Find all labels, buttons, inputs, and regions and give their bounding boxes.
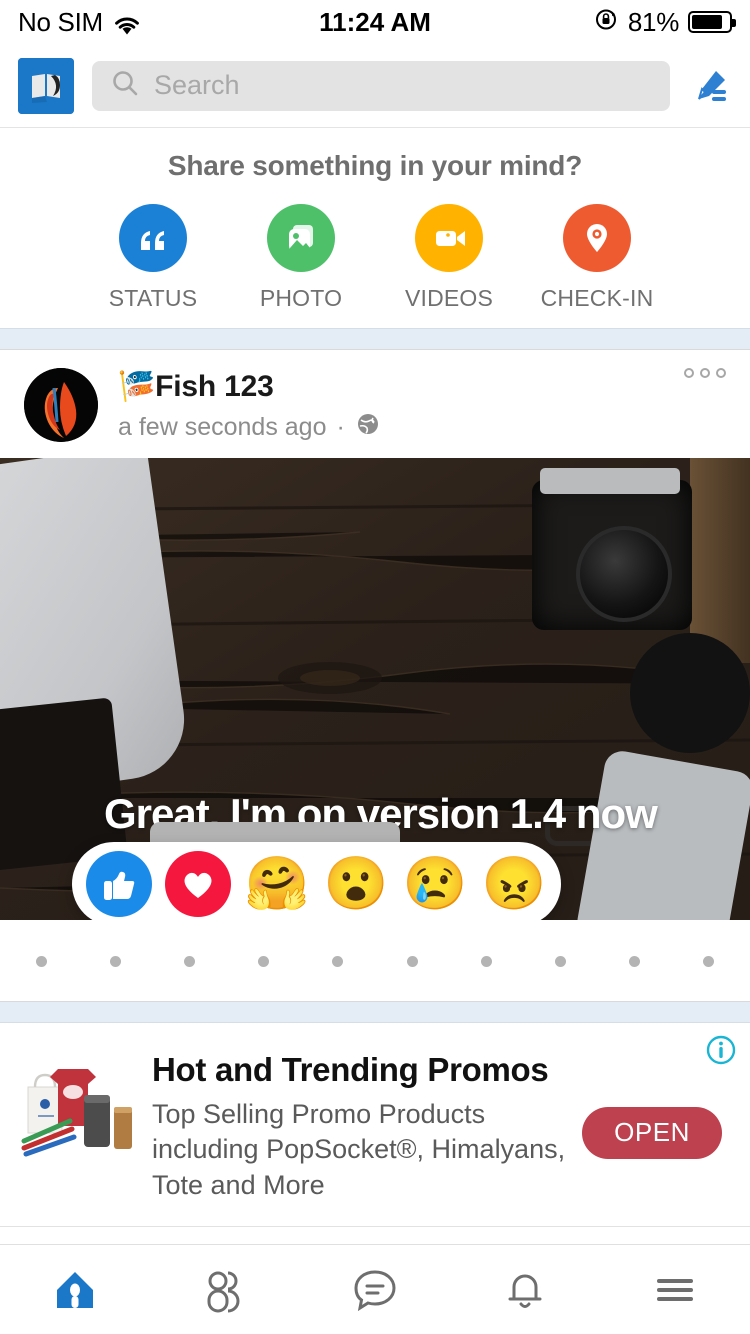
post-footer-dots bbox=[0, 919, 750, 1001]
share-composer: Share something in your mind? STATUS PHO… bbox=[0, 128, 750, 328]
dot bbox=[184, 955, 196, 967]
wow-reaction[interactable]: 😮 bbox=[323, 851, 389, 917]
ad-divider bbox=[0, 1000, 750, 1023]
carrier-label: No SIM bbox=[18, 6, 103, 37]
home-icon bbox=[57, 1271, 93, 1308]
share-videos-label: VIDEOS bbox=[404, 285, 494, 311]
avatar-betta-fish[interactable] bbox=[24, 368, 98, 442]
search-input[interactable]: Search bbox=[92, 60, 670, 111]
share-videos-button[interactable]: VIDEOS bbox=[404, 204, 494, 312]
post-header: 🎏Fish 123 a few seconds ago · bbox=[0, 350, 750, 458]
photo-icon bbox=[267, 204, 335, 272]
ad-open-button[interactable]: OPEN bbox=[582, 1106, 722, 1159]
more-options-icon[interactable] bbox=[684, 368, 726, 378]
lens-cap-object bbox=[630, 632, 750, 753]
message-bubble-icon bbox=[354, 1269, 396, 1311]
share-status-button[interactable]: STATUS bbox=[108, 204, 198, 312]
search-icon bbox=[110, 68, 140, 103]
post-meta: 🎏Fish 123 a few seconds ago · bbox=[118, 368, 381, 444]
top-bar: Search bbox=[0, 44, 750, 128]
bottom-navigation bbox=[0, 1244, 750, 1334]
battery-icon bbox=[688, 11, 737, 33]
care-reaction[interactable]: 🤗 bbox=[244, 851, 310, 917]
dot bbox=[628, 955, 640, 967]
nav-notifications[interactable] bbox=[450, 1245, 600, 1334]
clock: 11:24 AM bbox=[319, 6, 431, 37]
post-timestamp: a few seconds ago bbox=[118, 412, 327, 441]
post-subline: a few seconds ago · bbox=[118, 411, 381, 444]
angry-reaction[interactable]: 😠 bbox=[481, 851, 547, 917]
share-prompt: Share something in your mind? bbox=[167, 150, 583, 181]
quote-icon bbox=[119, 204, 187, 272]
share-checkin-label: CHECK-IN bbox=[540, 285, 654, 311]
nav-friends[interactable] bbox=[150, 1245, 300, 1334]
status-bar-left: No SIM bbox=[18, 7, 319, 38]
wifi-icon bbox=[113, 12, 141, 35]
post-separator: · bbox=[336, 412, 345, 441]
dot bbox=[480, 955, 492, 967]
dot bbox=[406, 955, 418, 967]
share-photo-button[interactable]: PHOTO bbox=[259, 204, 343, 312]
ad-info-icon[interactable] bbox=[704, 1033, 738, 1067]
dot bbox=[702, 955, 714, 967]
dot bbox=[332, 955, 344, 967]
dot bbox=[554, 955, 566, 967]
love-reaction[interactable] bbox=[165, 850, 231, 917]
share-actions: STATUS PHOTO VIDEOS CHECK-IN bbox=[0, 204, 750, 312]
dot bbox=[36, 955, 47, 967]
compose-pencil-icon[interactable] bbox=[688, 64, 732, 108]
search-placeholder: Search bbox=[154, 70, 240, 100]
location-pin-icon bbox=[563, 204, 631, 272]
status-bar-right: 81% bbox=[431, 6, 737, 39]
rotation-lock-icon bbox=[593, 6, 619, 39]
ad-banner[interactable]: Hot and Trending Promos Top Selling Prom… bbox=[0, 1022, 750, 1228]
share-photo-label: PHOTO bbox=[259, 285, 343, 311]
post-photo[interactable]: Great. I'm on version 1.4 now 🤗 😮 😢 😠 bbox=[0, 457, 750, 920]
section-divider bbox=[0, 328, 750, 350]
camera-object bbox=[532, 467, 692, 630]
share-status-label: STATUS bbox=[108, 285, 198, 311]
dot bbox=[258, 955, 270, 967]
post-author-name[interactable]: 🎏Fish 123 bbox=[118, 370, 381, 405]
video-camera-icon bbox=[415, 204, 483, 272]
dot bbox=[110, 955, 122, 967]
battery-percent: 81% bbox=[627, 6, 680, 37]
promo-products-image bbox=[10, 1049, 140, 1159]
globe-icon bbox=[355, 411, 381, 444]
friends-icon bbox=[207, 1271, 240, 1312]
hamburger-menu-icon bbox=[657, 1278, 693, 1301]
nav-messages[interactable] bbox=[300, 1245, 450, 1334]
share-checkin-button[interactable]: CHECK-IN bbox=[541, 204, 653, 312]
ad-description: Top Selling Promo Products including Pop… bbox=[152, 1098, 566, 1201]
reaction-picker: 🤗 😮 😢 😠 bbox=[72, 841, 561, 920]
app-logo-icon[interactable] bbox=[18, 57, 74, 114]
ad-title: Hot and Trending Promos bbox=[152, 1050, 549, 1088]
bell-icon bbox=[508, 1274, 542, 1308]
status-bar: No SIM 11:24 AM 81% bbox=[0, 0, 750, 44]
feed-post: 🎏Fish 123 a few seconds ago · Great. I'm… bbox=[0, 350, 750, 1001]
books-object bbox=[690, 457, 750, 663]
nav-menu[interactable] bbox=[600, 1245, 750, 1334]
nav-home[interactable] bbox=[0, 1245, 150, 1334]
like-reaction[interactable] bbox=[86, 850, 152, 917]
sad-reaction[interactable]: 😢 bbox=[402, 851, 468, 917]
app-screen: No SIM 11:24 AM 81% Search Share somethi… bbox=[0, 0, 750, 1334]
